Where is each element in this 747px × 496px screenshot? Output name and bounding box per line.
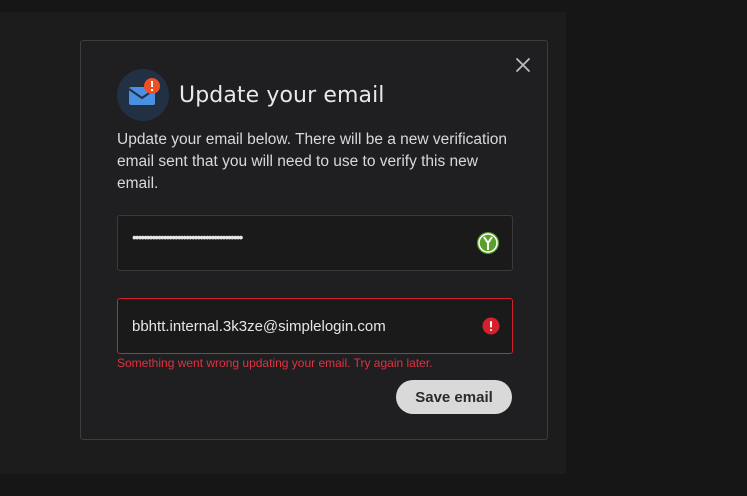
update-email-modal: Update your email Update your email belo… [80, 40, 548, 440]
modal-header: Update your email [117, 69, 385, 121]
modal-title: Update your email [179, 82, 385, 108]
close-button[interactable] [513, 55, 533, 75]
keeper-icon[interactable] [476, 231, 500, 255]
close-icon [516, 58, 530, 72]
email-value: bbhtt.internal.3k3ze@simplelogin.com [132, 317, 386, 335]
email-input[interactable]: bbhtt.internal.3k3ze@simplelogin.com [117, 298, 513, 354]
password-value: ••••••••••••••••••••••••••••••••••••••• [132, 229, 243, 245]
mail-alert-icon [117, 69, 169, 121]
error-icon [482, 317, 500, 335]
app-background: Update your email Update your email belo… [0, 0, 747, 496]
error-message: Something went wrong updating your email… [117, 356, 433, 370]
save-email-button[interactable]: Save email [396, 380, 512, 414]
password-field[interactable]: ••••••••••••••••••••••••••••••••••••••• [117, 215, 513, 271]
modal-description: Update your email below. There will be a… [117, 131, 507, 192]
